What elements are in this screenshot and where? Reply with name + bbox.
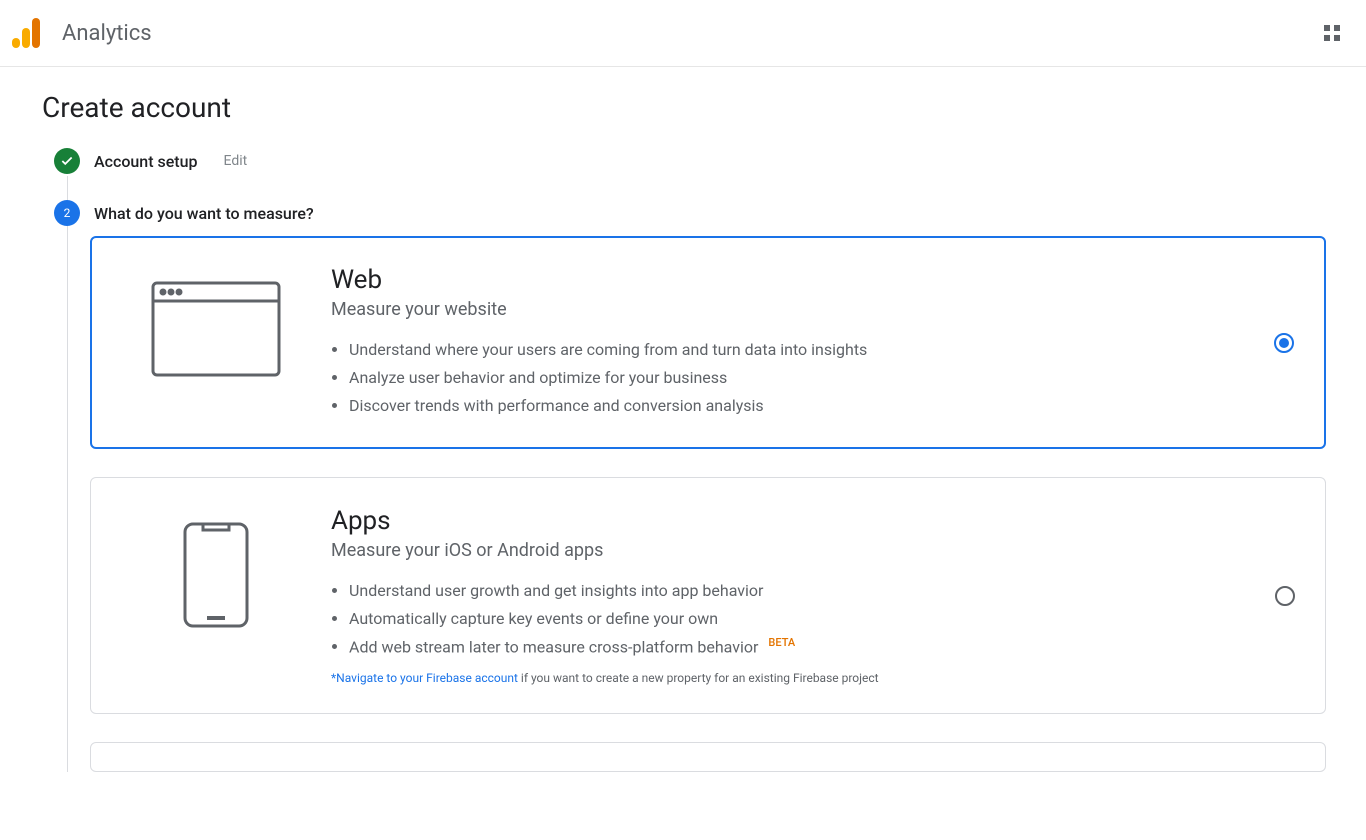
step-1-label: Account setup	[94, 152, 198, 171]
apps-grid-icon[interactable]	[1318, 19, 1346, 47]
checkmark-icon	[60, 154, 74, 168]
option-apps-title: Apps	[331, 506, 1295, 536]
header-left: Analytics	[12, 18, 152, 48]
radio-unselected[interactable]	[1275, 586, 1295, 606]
option-card-apps[interactable]: Apps Measure your iOS or Android apps Un…	[90, 477, 1326, 714]
option-apps-bullet: Understand user growth and get insights …	[349, 577, 1295, 605]
option-web-title: Web	[331, 265, 1295, 295]
option-web-bullet: Understand where your users are coming f…	[349, 336, 1295, 364]
firebase-note: *Navigate to your Firebase account if yo…	[331, 671, 1295, 685]
step-2-circle-active: 2	[54, 200, 80, 226]
main-content: Create account Account setup Edit 2 What…	[0, 67, 1366, 840]
option-web-subtitle: Measure your website	[331, 299, 1295, 320]
step-1-edit-link[interactable]: Edit	[224, 153, 248, 169]
stepper: Account setup Edit 2 What do you want to…	[54, 148, 1326, 772]
step-2-content: Web Measure your website Understand wher…	[90, 226, 1326, 772]
analytics-logo-icon	[12, 18, 40, 48]
option-apps-bullet: Automatically capture key events or defi…	[349, 605, 1295, 633]
app-title: Analytics	[62, 21, 152, 46]
option-card-web[interactable]: Web Measure your website Understand wher…	[90, 236, 1326, 449]
option-web-bullet: Analyze user behavior and optimize for y…	[349, 364, 1295, 392]
option-apps-radio-wrap	[1275, 586, 1295, 606]
stepper-line	[67, 176, 68, 772]
option-apps-body: Apps Measure your iOS or Android apps Un…	[331, 506, 1295, 685]
option-apps-subtitle: Measure your iOS or Android apps	[331, 540, 1295, 561]
page-title: Create account	[42, 91, 1326, 124]
option-apps-bullet: Add web stream later to measure cross-pl…	[349, 633, 1295, 661]
phone-icon	[151, 506, 281, 628]
beta-badge: BETA	[768, 636, 795, 649]
radio-selected[interactable]	[1274, 333, 1294, 353]
firebase-link[interactable]: *Navigate to your Firebase account	[331, 671, 518, 685]
web-browser-icon	[151, 265, 281, 377]
option-web-bullets: Understand where your users are coming f…	[331, 336, 1295, 420]
option-apps-bullet-text: Add web stream later to measure cross-pl…	[349, 637, 758, 656]
option-web-body: Web Measure your website Understand wher…	[331, 265, 1295, 420]
step-1-circle-completed	[54, 148, 80, 174]
app-header: Analytics	[0, 0, 1366, 67]
step-2-label: What do you want to measure?	[94, 204, 314, 223]
firebase-suffix: if you want to create a new property for…	[518, 671, 879, 685]
option-apps-bullets: Understand user growth and get insights …	[331, 577, 1295, 661]
option-web-radio-wrap	[1274, 333, 1294, 353]
step-1-row: Account setup Edit	[54, 148, 1326, 174]
step-2-row: 2 What do you want to measure?	[54, 200, 1326, 226]
option-web-bullet: Discover trends with performance and con…	[349, 392, 1295, 420]
